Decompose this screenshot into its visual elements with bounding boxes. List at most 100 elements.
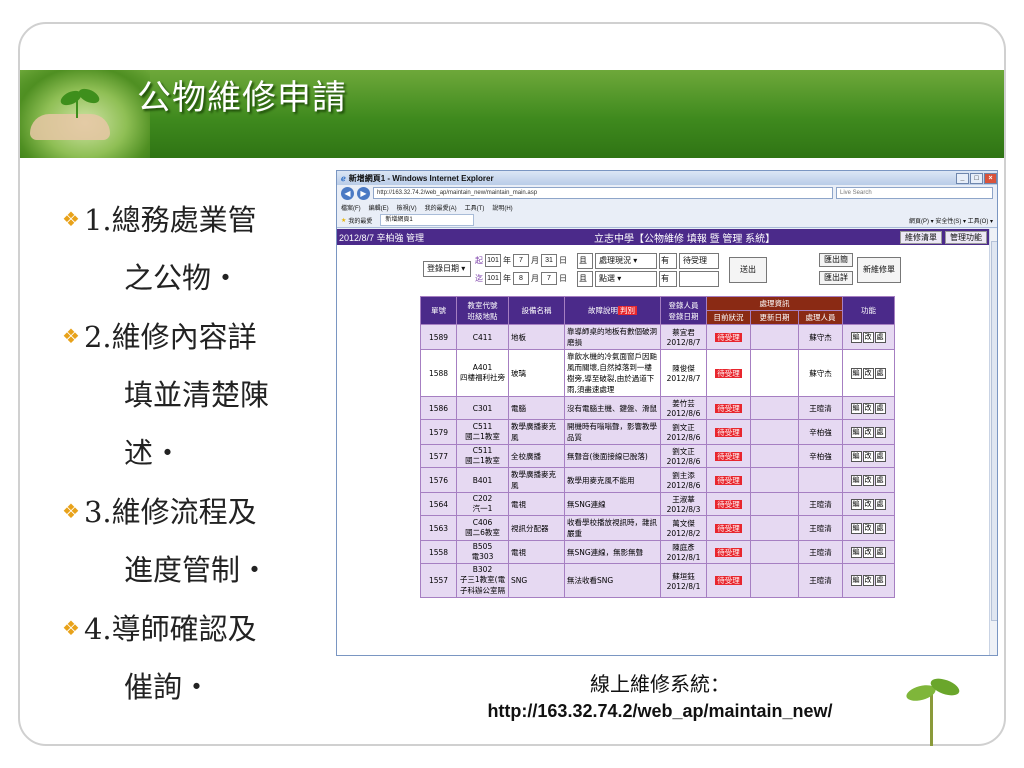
- from-month-input[interactable]: 7: [513, 254, 529, 267]
- menu-favorites[interactable]: 我的最愛(A): [425, 203, 457, 212]
- bullet-text-cont: 催詢・: [124, 670, 212, 704]
- cond2-op-select[interactable]: 且: [577, 271, 593, 287]
- row-room: C301: [456, 396, 509, 420]
- edit-button[interactable]: 編: [850, 367, 862, 379]
- status-badge: 待受理: [715, 576, 742, 585]
- cond2-value-input[interactable]: [679, 271, 719, 287]
- modify-button[interactable]: 改: [862, 575, 874, 586]
- modify-button[interactable]: 改: [862, 474, 874, 486]
- row-handler: 王暄清: [798, 563, 843, 598]
- bullet-item: ❖ 4.導師確認及 催詢・: [62, 599, 332, 716]
- address-bar-row: ◀ ▶ http://163.32.74.2/web_ap/maintain_n…: [337, 185, 997, 201]
- process-button[interactable]: 處: [874, 498, 886, 510]
- modify-button[interactable]: 改: [862, 450, 874, 462]
- edit-button[interactable]: 編: [850, 575, 862, 586]
- close-button[interactable]: ×: [984, 172, 997, 184]
- row-status: 待受理: [706, 467, 751, 493]
- process-button[interactable]: 處: [874, 522, 886, 534]
- bullet-text-cont: 填並清楚陳: [124, 378, 270, 412]
- edit-button[interactable]: 編: [850, 474, 862, 486]
- bullet-text: 2.維修內容詳: [83, 320, 257, 354]
- from-year-input[interactable]: 101: [485, 254, 501, 267]
- table-row: 1577 C511 國二1教室 全校廣播 無聲音(後面接線已脫落) 劉文正 2012/8…: [420, 444, 895, 468]
- export-brief-button[interactable]: 匯出簡: [819, 253, 853, 267]
- edit-button[interactable]: 編: [850, 426, 862, 438]
- edit-button[interactable]: 編: [850, 546, 862, 558]
- to-day-input[interactable]: 7: [541, 272, 557, 285]
- row-update: [750, 349, 799, 397]
- modify-button[interactable]: 改: [862, 522, 874, 534]
- process-button[interactable]: 處: [874, 402, 886, 414]
- vertical-scrollbar[interactable]: [989, 229, 997, 655]
- process-button[interactable]: 處: [874, 450, 886, 462]
- menu-tools[interactable]: 工具(T): [465, 203, 485, 212]
- row-functions: 編改處: [842, 492, 895, 516]
- cond1-value-input[interactable]: 待受理: [679, 253, 719, 269]
- edit-button[interactable]: 編: [850, 498, 862, 510]
- process-button[interactable]: 處: [874, 426, 886, 438]
- modify-button[interactable]: 改: [862, 546, 874, 558]
- to-month-input[interactable]: 8: [513, 272, 529, 285]
- menu-view[interactable]: 檢視(V): [397, 203, 417, 212]
- repair-list-button[interactable]: 維修清單: [900, 230, 942, 244]
- date-type-select[interactable]: 登錄日期 ▾: [423, 261, 471, 277]
- favorites-link[interactable]: 我的最愛: [348, 216, 372, 225]
- row-status: 待受理: [706, 540, 751, 564]
- row-reporter: 陳庭彥 2012/8/1: [660, 540, 707, 564]
- search-input[interactable]: Live Search: [836, 187, 993, 199]
- row-status: 待受理: [706, 563, 751, 598]
- row-desc: 收看學校播放視訊時，雜訊嚴重: [564, 515, 661, 541]
- row-id: 1564: [420, 492, 457, 516]
- admin-functions-button[interactable]: 管理功能: [945, 230, 987, 244]
- modify-button[interactable]: 改: [862, 367, 874, 379]
- menu-help[interactable]: 說明(H): [492, 203, 512, 212]
- process-button[interactable]: 處: [874, 474, 886, 486]
- cond1-field-select[interactable]: 處理現況 ▾: [595, 253, 657, 269]
- edit-button[interactable]: 編: [850, 331, 862, 343]
- command-bar[interactable]: 網頁(P) ▾ 安全性(S) ▾ 工具(O) ▾: [909, 216, 997, 225]
- cond2-rel-select[interactable]: 有: [659, 271, 677, 287]
- col-device: 設備名稱: [508, 296, 565, 325]
- minimize-button[interactable]: _: [956, 172, 969, 184]
- cond1-rel-select[interactable]: 有: [659, 253, 677, 269]
- row-id: 1563: [420, 515, 457, 541]
- maximize-button[interactable]: □: [970, 172, 983, 184]
- edit-button[interactable]: 編: [850, 450, 862, 462]
- menu-file[interactable]: 檔案(F): [341, 203, 361, 212]
- to-year-input[interactable]: 101: [485, 272, 501, 285]
- address-input[interactable]: http://163.32.74.2/web_ap/maintain_new/m…: [373, 187, 833, 199]
- back-icon[interactable]: ◀: [341, 186, 354, 200]
- cond1-op-select[interactable]: 且: [577, 253, 593, 269]
- row-handler: 辛柏強: [798, 444, 843, 468]
- col-reporter: 登錄人員 登錄日期: [660, 296, 707, 325]
- add-repair-button[interactable]: 新維修單: [857, 257, 901, 283]
- col-status: 目前狀況: [706, 310, 751, 325]
- row-id: 1576: [420, 467, 457, 493]
- row-handler: 王暄清: [798, 492, 843, 516]
- modify-button[interactable]: 改: [862, 331, 874, 343]
- row-reporter: 姜竹芸 2012/8/6: [660, 396, 707, 420]
- cond2-field-select[interactable]: 點選 ▾: [595, 271, 657, 287]
- modify-button[interactable]: 改: [862, 498, 874, 510]
- export-detail-button[interactable]: 匯出詳: [819, 271, 853, 285]
- menu-edit[interactable]: 編輯(E): [369, 203, 389, 212]
- from-day-input[interactable]: 31: [541, 254, 557, 267]
- browser-tab[interactable]: 新增網頁1: [380, 214, 474, 226]
- process-button[interactable]: 處: [874, 331, 886, 343]
- col-desc: 故障說明 判別: [564, 296, 661, 325]
- edit-button[interactable]: 編: [850, 522, 862, 534]
- forward-icon[interactable]: ▶: [357, 186, 370, 200]
- row-update: [750, 396, 799, 420]
- submit-button[interactable]: 送出: [729, 257, 767, 283]
- process-button[interactable]: 處: [874, 575, 886, 586]
- row-device: 教學廣播麥克風: [508, 419, 565, 445]
- modify-button[interactable]: 改: [862, 426, 874, 438]
- process-button[interactable]: 處: [874, 546, 886, 558]
- process-button[interactable]: 處: [874, 367, 886, 379]
- footer-url[interactable]: http://163.32.74.2/web_ap/maintain_new/: [400, 701, 920, 722]
- row-id: 1586: [420, 396, 457, 420]
- table-row: 1588 A401 四樓福利社旁 玻璃 靠飲水機的冷氣面窗戶因颱風而關壞,自然掉落到一…: [420, 349, 895, 397]
- edit-button[interactable]: 編: [850, 402, 862, 414]
- row-room: B505 電303: [456, 540, 509, 564]
- modify-button[interactable]: 改: [862, 402, 874, 414]
